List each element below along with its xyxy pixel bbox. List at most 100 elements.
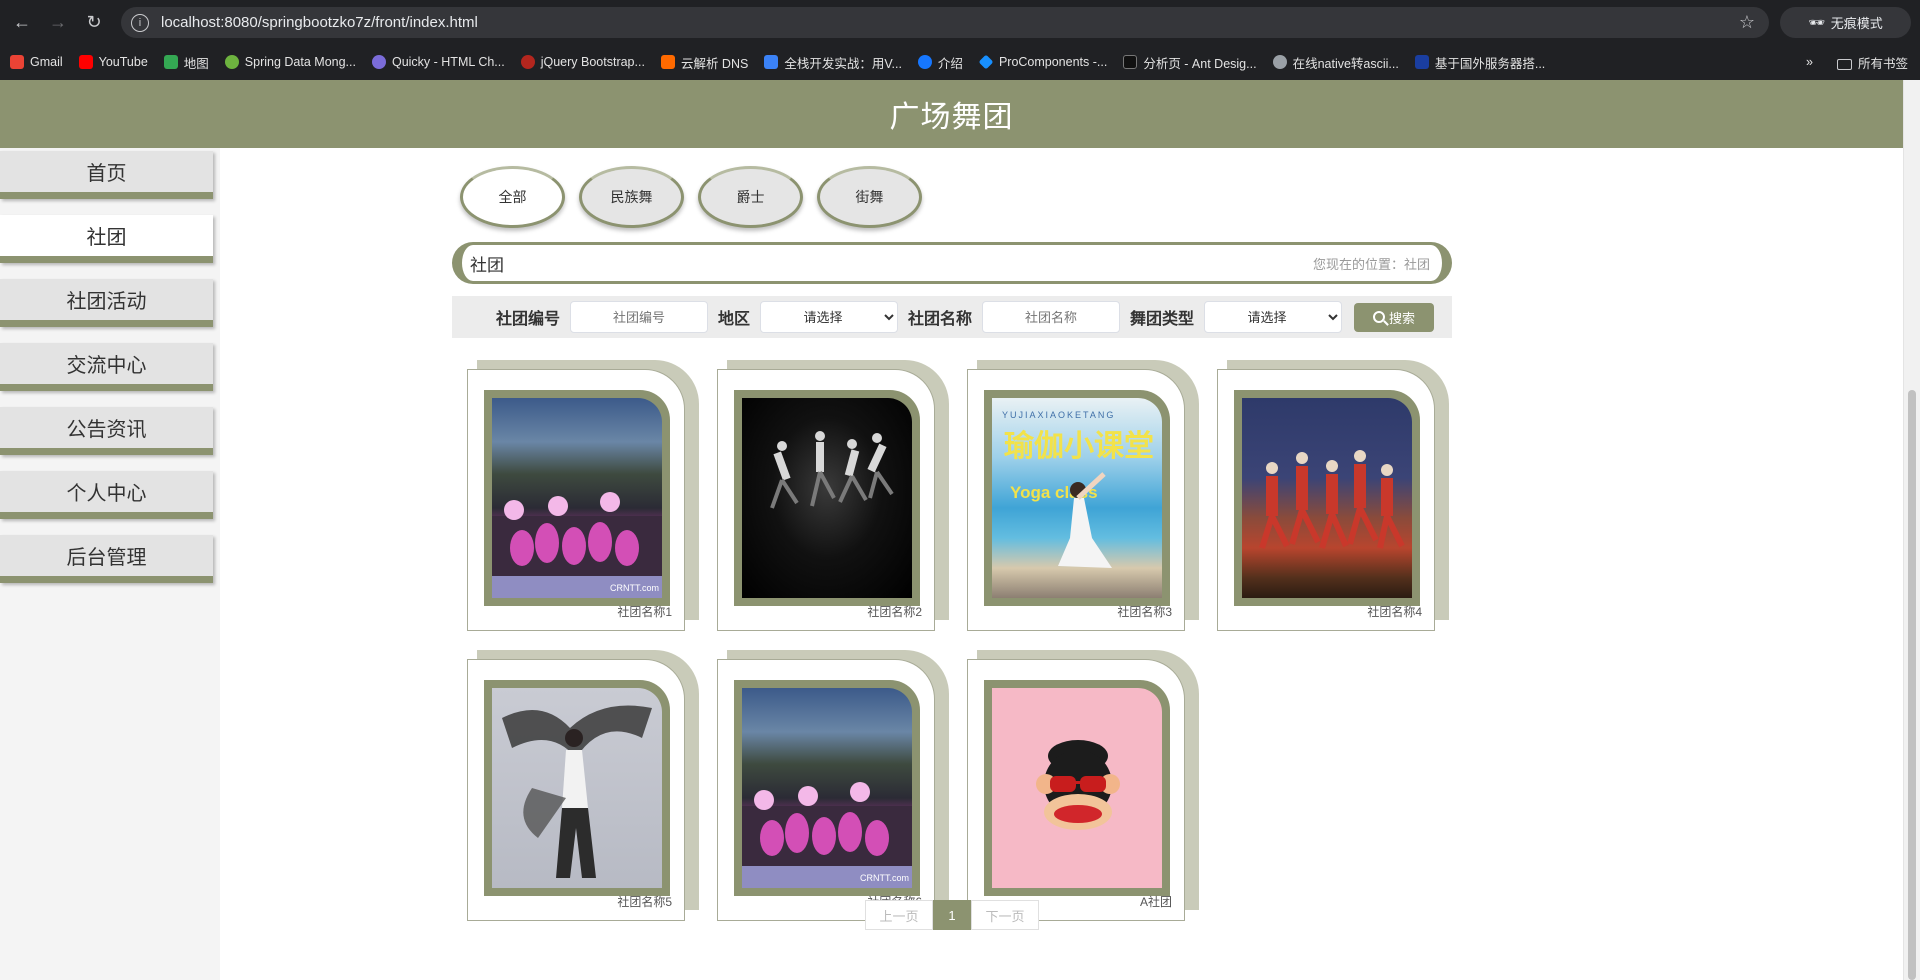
next-page-button[interactable]: 下一页 [971,900,1039,930]
page-scrollbar[interactable] [1903,80,1920,980]
folk-dance-image [1259,450,1405,549]
category-street-dance[interactable]: 街舞 [817,166,922,228]
page-viewport: 广场舞团 全部 民族舞 爵士 街舞 社团 您现在的位置：社团 社团编号 地区 请… [0,80,1920,980]
bookmark-item[interactable]: jQuery Bootstrap... [520,55,645,69]
location-text: 您现在的位置：社团 [1312,256,1430,272]
scrollbar-thumb[interactable] [1908,390,1916,980]
monkey-cartoon-image [1036,740,1120,830]
club-photo[interactable]: CRNTT.com [742,688,912,888]
spring-icon [224,55,239,69]
back-icon[interactable]: ← [8,8,36,36]
club-photo[interactable] [742,398,912,598]
more-bookmarks-icon[interactable]: » [1806,55,1813,69]
club-name: 社团名称3 [1117,605,1172,619]
card-body: CRNTT.com 社团名称1 [467,369,685,631]
category-all[interactable]: 全部 [460,166,565,228]
club-card[interactable]: CRNTT.com 社团名称1 [467,360,699,631]
sidebar-item-home[interactable]: 首页 [0,151,213,199]
incognito-indicator[interactable]: 🕶 无痕模式 [1780,7,1911,38]
club-card[interactable]: 社团名称4 [1217,360,1449,631]
all-bookmarks-button[interactable]: 所有书签 [1836,53,1908,72]
svg-text:瑜伽小课堂: 瑜伽小课堂 [1004,429,1154,464]
bookmark-item[interactable]: 介绍 [917,53,963,72]
club-id-input[interactable] [570,301,709,333]
forward-icon[interactable]: → [44,8,72,36]
photo-frame [484,680,670,896]
club-photo[interactable] [492,688,662,888]
photo-frame [734,390,920,606]
docs-icon [917,55,932,69]
search-bar: 社团编号 地区 请选择 社团名称 舞团类型 请选择 搜索 [452,296,1452,338]
card-body: CRNTT.com 社团名称6 [717,659,935,921]
bookmark-item[interactable]: 全栈开发实战：用V... [764,53,902,72]
incognito-icon: 🕶 [1808,14,1825,30]
pagination: 上一页 1 下一页 [865,900,1039,930]
club-card[interactable]: A社团 [967,650,1199,921]
category-tabs: 全部 民族舞 爵士 街舞 [460,166,922,228]
card-body: 社团名称5 [467,659,685,921]
prev-page-button[interactable]: 上一页 [865,900,933,930]
club-card[interactable]: CRNTT.com 社团名称6 [717,650,949,921]
bookmark-item[interactable]: 基于国外服务器搭... [1414,53,1545,72]
browser-toolbar: ← → ↻ i localhost:8080/springbootzko7z/f… [0,0,1920,44]
url-text[interactable]: localhost:8080/springbootzko7z/front/ind… [161,14,478,31]
incognito-label: 无痕模式 [1830,16,1883,31]
bookmark-item[interactable]: Spring Data Mong... [224,55,356,69]
sidebar-item-profile[interactable]: 个人中心 [0,471,213,519]
club-name-label: 社团名称 [908,311,973,328]
bookmark-item[interactable]: 分析页 - Ant Desig... [1123,53,1257,72]
fan-dance-image: CRNTT.com [742,782,912,888]
bookmark-item[interactable]: YouTube [78,55,148,69]
gmail-icon [10,55,24,69]
sidebar-item-news[interactable]: 公告资讯 [0,407,213,455]
dance-type-label: 舞团类型 [1130,311,1195,328]
sidebar-item-club-activities[interactable]: 社团活动 [0,279,213,327]
sidebar-item-forum[interactable]: 交流中心 [0,343,213,391]
quicky-icon [371,55,386,69]
search-button-label: 搜索 [1389,310,1416,326]
bookmark-item[interactable]: 云解析 DNS [660,53,748,72]
bookmark-item[interactable]: Gmail [10,55,63,69]
address-bar[interactable]: i localhost:8080/springbootzko7z/front/i… [121,7,1769,38]
bookmark-item[interactable]: Quicky - HTML Ch... [371,55,505,69]
region-select[interactable]: 请选择 [760,301,899,333]
sidebar-item-clubs[interactable]: 社团 [0,215,213,263]
photo-frame: CRNTT.com [484,390,670,606]
main-content: 全部 民族舞 爵士 街舞 社团 您现在的位置：社团 社团编号 地区 请选择 社团… [220,148,1903,980]
club-name: 社团名称5 [617,895,672,909]
sidebar-item-admin[interactable]: 后台管理 [0,535,213,583]
site-info-icon[interactable]: i [131,13,149,32]
category-folk-dance[interactable]: 民族舞 [579,166,684,228]
bookmark-item[interactable]: 地图 [163,53,209,72]
breadcrumb: 社团 您现在的位置：社团 [452,242,1452,284]
modern-dance-image [770,431,894,509]
category-jazz[interactable]: 爵士 [698,166,803,228]
aliyun-icon [660,55,675,69]
maps-icon [163,55,178,69]
jquery-icon [520,55,535,69]
site-title: 广场舞团 [889,101,1014,134]
ant-pro-icon [1123,55,1138,69]
page-1-button[interactable]: 1 [933,900,971,930]
club-card[interactable]: YUJIAXIAOKETANG 瑜伽小课堂 Yoga class 社团名称3 [967,360,1199,631]
bookmark-item[interactable]: ProComponents -... [978,54,1107,70]
dance-type-select[interactable]: 请选择 [1204,301,1343,333]
club-photo[interactable]: YUJIAXIAOKETANG 瑜伽小课堂 Yoga class [992,398,1162,598]
photo-frame: CRNTT.com [734,680,920,896]
reload-icon[interactable]: ↻ [80,8,108,36]
search-button[interactable]: 搜索 [1354,302,1435,332]
bookmark-item[interactable]: 在线native转ascii... [1272,53,1399,72]
bookmark-star-icon[interactable]: ☆ [1739,12,1755,33]
section-title: 社团 [470,255,504,275]
club-card[interactable]: 社团名称5 [467,650,699,921]
club-photo[interactable] [992,688,1162,888]
club-name-input[interactable] [982,301,1121,333]
sidebar: 首页 社团 社团活动 交流中心 公告资讯 个人中心 后台管理 [0,151,213,599]
fan-dance-image: CRNTT.com [492,492,662,598]
photo-frame: YUJIAXIAOKETANG 瑜伽小课堂 Yoga class [984,390,1170,606]
club-name: A社团 [1139,895,1172,909]
club-photo[interactable] [1242,398,1412,598]
search-icon [1373,311,1386,323]
club-photo[interactable]: CRNTT.com [492,398,662,598]
club-card[interactable]: 社团名称2 [717,360,949,631]
